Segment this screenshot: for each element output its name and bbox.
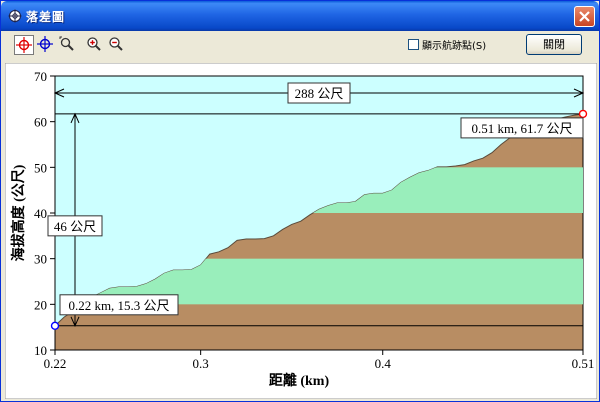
zoom-area-icon xyxy=(59,36,74,51)
window-close-button[interactable] xyxy=(574,6,595,27)
elevation-profile-chart[interactable]: 102030405060700.22 0.3 0.4 0.51 海拔高度 (公尺) 距… xyxy=(5,63,597,399)
x-tick-label: 0.22 xyxy=(44,356,67,371)
zoom-in-icon xyxy=(87,37,101,51)
x-tick-label: 0.51 xyxy=(572,356,595,371)
end-point-label: 0.51 km, 61.7 公尺 xyxy=(471,121,572,136)
crosshair-select-icon xyxy=(16,37,32,53)
start-point-marker xyxy=(50,321,60,330)
app-icon xyxy=(8,9,22,23)
y-tick-label: 30 xyxy=(34,252,47,267)
show-trackpoints-label: 顯示航跡點(S) xyxy=(422,41,487,52)
show-trackpoints-checkbox[interactable] xyxy=(408,39,419,50)
zoom-out-button[interactable] xyxy=(107,35,127,55)
distance-annotation-box: 288 公尺 xyxy=(287,82,351,104)
close-icon xyxy=(579,11,590,22)
x-axis-label: 距離 (km) xyxy=(269,372,330,389)
y-tick-label: 50 xyxy=(34,160,47,175)
toolbar xyxy=(1,31,599,61)
y-tick-label: 20 xyxy=(34,297,47,312)
zoom-in-button[interactable] xyxy=(85,35,105,55)
zoom-area-button[interactable] xyxy=(58,35,78,55)
crosshair-move-icon xyxy=(37,36,53,52)
zoom-out-icon xyxy=(109,37,123,51)
height-annotation-box: 46 公尺 xyxy=(47,215,103,237)
close-button[interactable]: 關閉 xyxy=(526,34,582,55)
start-annotation-box: 0.22 km, 15.3 公尺 xyxy=(59,294,179,316)
title-bar[interactable]: 落差圖 xyxy=(1,1,599,31)
x-tick-label: 0.3 xyxy=(193,356,209,371)
end-annotation-box: 0.51 km, 61.7 公尺 xyxy=(460,117,584,139)
y-tick-label: 40 xyxy=(34,206,47,221)
window-title: 落差圖 xyxy=(26,10,66,24)
crosshair-select-button[interactable] xyxy=(14,35,34,55)
y-tick-label: 70 xyxy=(34,69,47,84)
end-point-marker xyxy=(578,109,588,119)
x-tick-label: 0.4 xyxy=(375,356,392,371)
profile-window: 落差圖 顯示航跡點(S) 關閉 10 20 30 40 50 60 70 0.2… xyxy=(0,0,600,402)
start-point-label: 0.22 km, 15.3 公尺 xyxy=(68,298,169,313)
y-tick-label: 60 xyxy=(34,115,47,130)
height-label: 46 公尺 xyxy=(54,219,96,234)
y-axis-label: 海拔高度 (公尺) xyxy=(10,164,27,261)
distance-label: 288 公尺 xyxy=(295,86,344,101)
crosshair-move-button[interactable] xyxy=(36,35,56,55)
